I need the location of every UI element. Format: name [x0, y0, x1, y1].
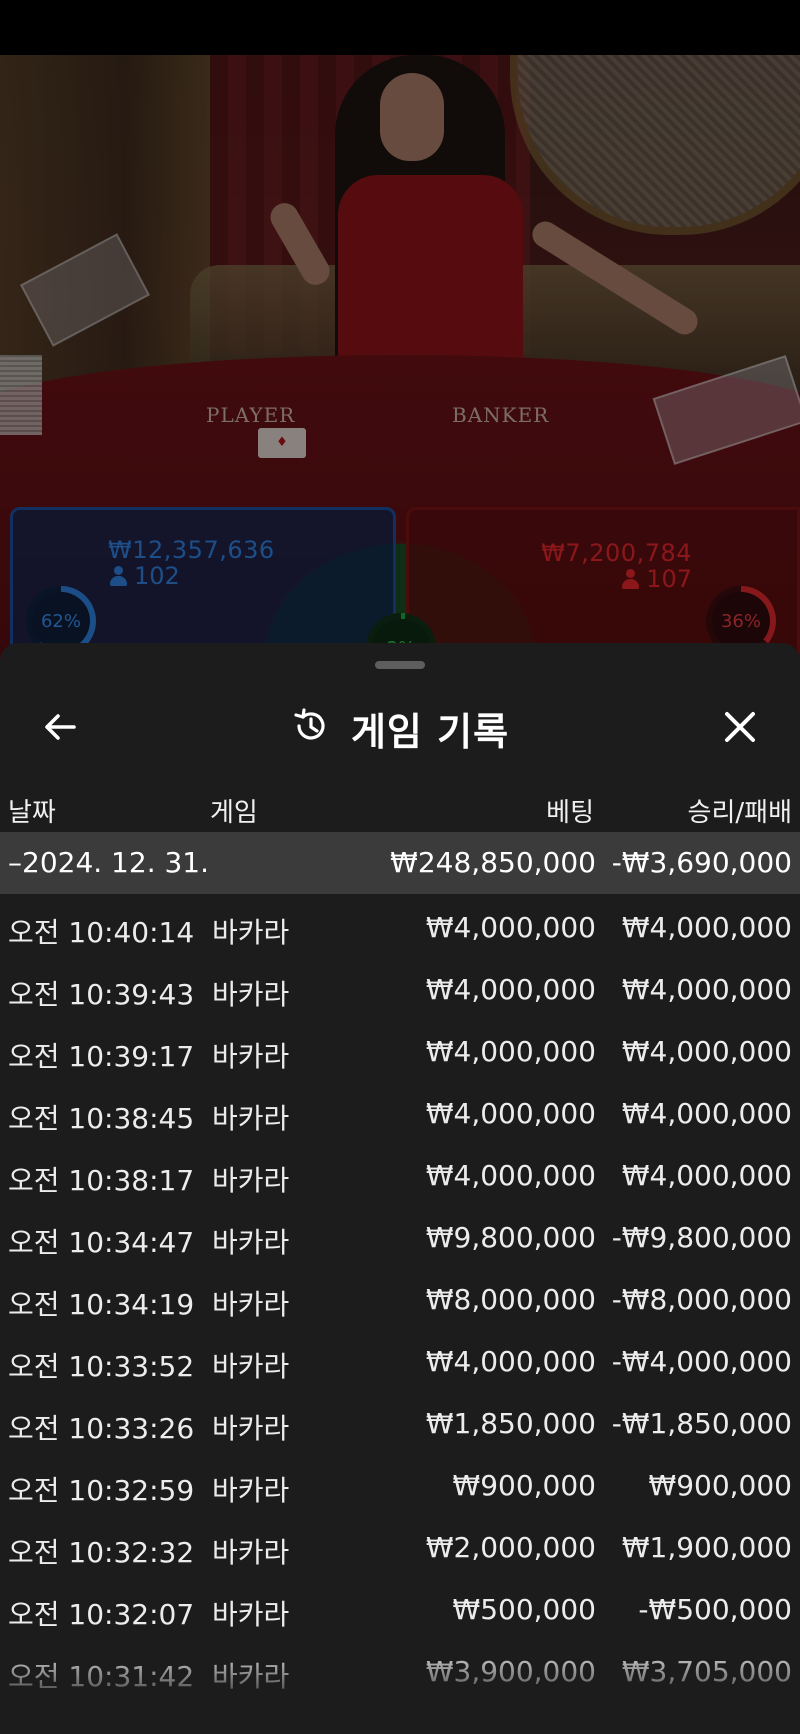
close-icon: [720, 707, 760, 751]
sheet-header: 게임 기록: [0, 683, 800, 773]
row-result: ₩4,000,000: [621, 973, 792, 1006]
row-bet: ₩8,000,000: [425, 1283, 596, 1316]
row-game: 바카라: [212, 978, 290, 1011]
group-result-total: -₩3,690,000: [611, 846, 792, 879]
row-bet: ₩900,000: [452, 1469, 596, 1502]
row-bet: ₩9,800,000: [425, 1221, 596, 1254]
row-result: -₩9,800,000: [611, 1221, 792, 1254]
live-video-stage: PLAYER BANKER ♦ 62% ₩12,357,636 102 2% ₩…: [0, 55, 800, 665]
date-group-row[interactable]: –2024. 12. 31. ₩248,850,000 -₩3,690,000: [0, 832, 800, 894]
history-list: 오전 10:40:14 바카라 ₩4,000,000 ₩4,000,000 오전 10:…: [0, 894, 800, 1700]
row-time: 오전 10:33:26: [8, 1412, 195, 1445]
row-time: 오전 10:34:47: [8, 1226, 195, 1259]
table-row[interactable]: 오전 10:31:42 바카라 ₩3,900,000 ₩3,705,000: [0, 1638, 800, 1700]
group-date: –2024. 12. 31.: [8, 846, 210, 879]
table-row[interactable]: 오전 10:34:47 바카라 ₩9,800,000 -₩9,800,000: [0, 1204, 800, 1266]
row-time: 오전 10:32:07: [8, 1598, 195, 1631]
column-result: 승리/패배: [687, 798, 792, 828]
table-header: 날짜 게임 베팅 승리/패배: [0, 778, 800, 838]
row-bet: ₩1,850,000: [425, 1407, 596, 1440]
sheet-title-group: 게임 기록: [0, 683, 800, 773]
row-game: 바카라: [212, 1040, 290, 1073]
row-bet: ₩3,900,000: [425, 1655, 596, 1688]
row-time: 오전 10:32:32: [8, 1536, 195, 1569]
row-time: 오전 10:31:42: [8, 1660, 195, 1693]
row-result: ₩900,000: [648, 1469, 792, 1502]
close-button[interactable]: [710, 699, 770, 759]
row-game: 바카라: [212, 1474, 290, 1507]
status-bar: [0, 0, 800, 55]
row-result: ₩4,000,000: [621, 1097, 792, 1130]
game-history-sheet: 게임 기록 날짜 게임 베팅 승리/패배 –2024. 12. 31. ₩248…: [0, 643, 800, 1734]
row-game: 바카라: [212, 1350, 290, 1383]
column-game: 게임: [210, 798, 258, 828]
table-row[interactable]: 오전 10:34:19 바카라 ₩8,000,000 -₩8,000,000: [0, 1266, 800, 1328]
table-row[interactable]: 오전 10:32:07 바카라 ₩500,000 -₩500,000: [0, 1576, 800, 1638]
history-icon: [291, 706, 331, 750]
row-bet: ₩4,000,000: [425, 1159, 596, 1192]
table-row[interactable]: 오전 10:32:59 바카라 ₩900,000 ₩900,000: [0, 1452, 800, 1514]
sheet-drag-handle[interactable]: [375, 661, 425, 669]
row-time: 오전 10:38:45: [8, 1102, 195, 1135]
row-result: ₩1,900,000: [621, 1531, 792, 1564]
row-result: ₩3,705,000: [621, 1655, 792, 1688]
row-game: 바카라: [212, 1226, 290, 1259]
row-game: 바카라: [212, 1102, 290, 1135]
row-game: 바카라: [212, 1598, 290, 1631]
row-time: 오전 10:38:17: [8, 1164, 195, 1197]
row-result: -₩1,850,000: [611, 1407, 792, 1440]
sheet-title: 게임 기록: [350, 709, 510, 754]
row-bet: ₩4,000,000: [425, 1097, 596, 1130]
row-result: ₩4,000,000: [621, 1159, 792, 1192]
row-bet: ₩4,000,000: [425, 973, 596, 1006]
row-game: 바카라: [212, 1164, 290, 1197]
table-row[interactable]: 오전 10:32:32 바카라 ₩2,000,000 ₩1,900,000: [0, 1514, 800, 1576]
arrow-left-icon: [40, 707, 80, 751]
row-game: 바카라: [212, 1412, 290, 1445]
row-bet: ₩2,000,000: [425, 1531, 596, 1564]
row-result: -₩500,000: [638, 1593, 792, 1626]
row-time: 오전 10:39:43: [8, 978, 195, 1011]
table-row[interactable]: 오전 10:33:26 바카라 ₩1,850,000 -₩1,850,000: [0, 1390, 800, 1452]
group-bet-total: ₩248,850,000: [390, 846, 596, 879]
row-bet: ₩4,000,000: [425, 911, 596, 944]
row-game: 바카라: [212, 916, 290, 949]
row-game: 바카라: [212, 1288, 290, 1321]
row-time: 오전 10:40:14: [8, 916, 195, 949]
table-row[interactable]: 오전 10:38:17 바카라 ₩4,000,000 ₩4,000,000: [0, 1142, 800, 1204]
row-time: 오전 10:32:59: [8, 1474, 195, 1507]
row-game: 바카라: [212, 1536, 290, 1569]
row-result: ₩4,000,000: [621, 911, 792, 944]
table-row[interactable]: 오전 10:33:52 바카라 ₩4,000,000 -₩4,000,000: [0, 1328, 800, 1390]
row-time: 오전 10:39:17: [8, 1040, 195, 1073]
table-row[interactable]: 오전 10:38:45 바카라 ₩4,000,000 ₩4,000,000: [0, 1080, 800, 1142]
row-time: 오전 10:33:52: [8, 1350, 195, 1383]
table-row[interactable]: 오전 10:39:17 바카라 ₩4,000,000 ₩4,000,000: [0, 1018, 800, 1080]
table-row[interactable]: 오전 10:39:43 바카라 ₩4,000,000 ₩4,000,000: [0, 956, 800, 1018]
row-time: 오전 10:34:19: [8, 1288, 195, 1321]
row-game: 바카라: [212, 1660, 290, 1693]
row-bet: ₩4,000,000: [425, 1035, 596, 1068]
table-row[interactable]: 오전 10:40:14 바카라 ₩4,000,000 ₩4,000,000: [0, 894, 800, 956]
column-bet: 베팅: [546, 798, 594, 828]
back-button[interactable]: [30, 699, 90, 759]
row-bet: ₩4,000,000: [425, 1345, 596, 1378]
row-result: -₩4,000,000: [611, 1345, 792, 1378]
row-result: -₩8,000,000: [611, 1283, 792, 1316]
row-bet: ₩500,000: [452, 1593, 596, 1626]
modal-overlay[interactable]: [0, 55, 800, 665]
column-date: 날짜: [8, 798, 56, 828]
row-result: ₩4,000,000: [621, 1035, 792, 1068]
